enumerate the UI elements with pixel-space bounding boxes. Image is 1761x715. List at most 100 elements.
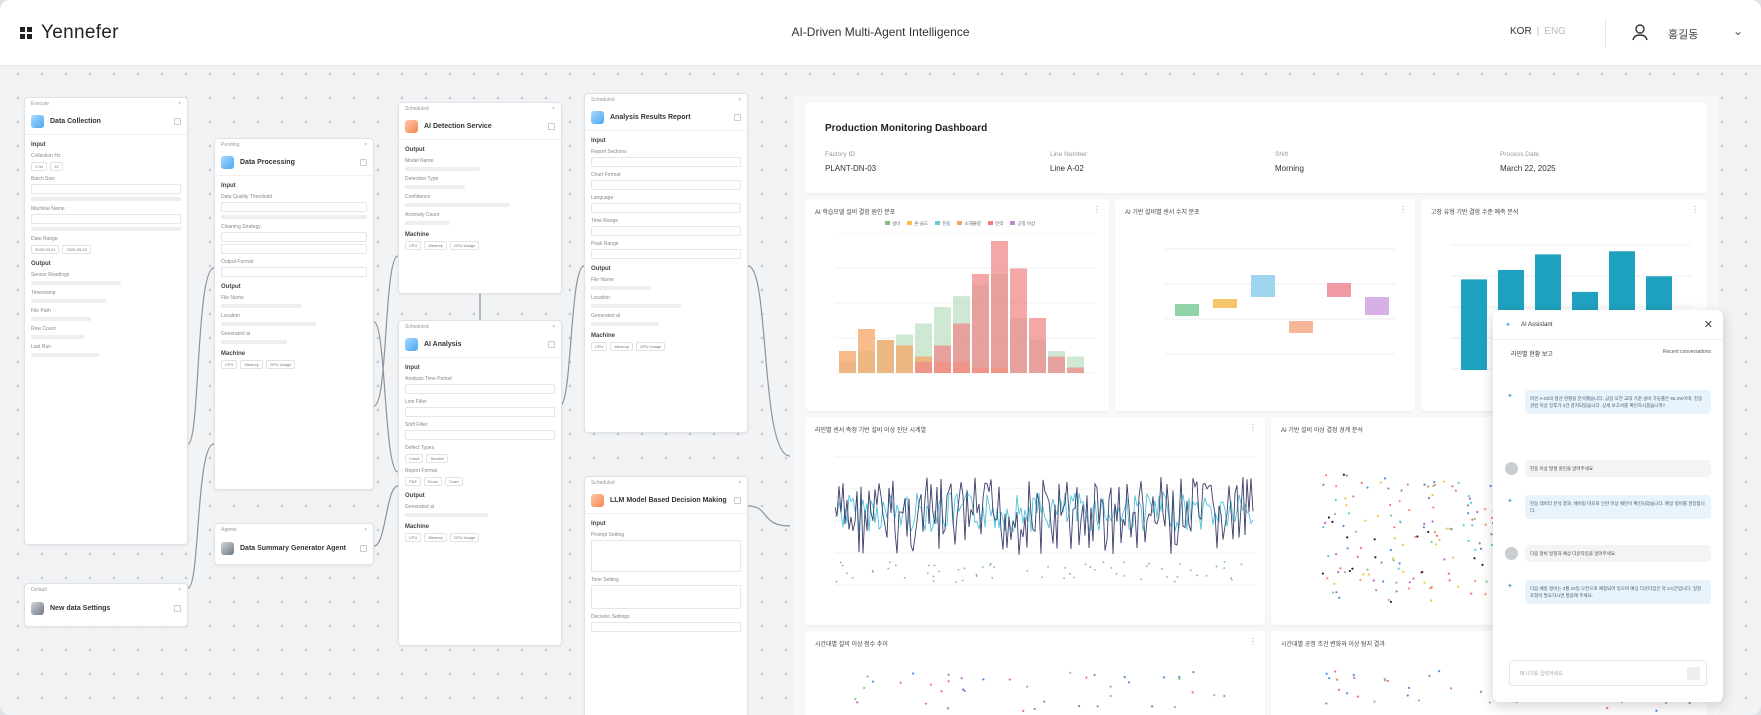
series-point	[887, 567, 890, 570]
scatter-point	[1223, 694, 1226, 698]
user-icon[interactable]	[1630, 22, 1650, 42]
node-checkbox[interactable]	[548, 123, 555, 130]
more-icon[interactable]: ⋮	[1249, 423, 1257, 432]
node-checkbox[interactable]	[734, 114, 741, 121]
section-machine[interactable]: Machine	[221, 351, 367, 357]
field-label: Generated at	[405, 504, 435, 510]
box	[1213, 299, 1237, 308]
scatter-point	[1428, 674, 1431, 677]
section-output[interactable]: Output	[405, 493, 555, 499]
section-machine[interactable]: Machine	[405, 524, 555, 530]
field-input[interactable]	[591, 203, 741, 213]
node-checkbox[interactable]	[360, 544, 367, 552]
lang-eng[interactable]: ENG	[1544, 26, 1566, 37]
scatter-point	[1173, 706, 1176, 709]
app-window: Yennefer AI-Driven Multi-Agent Intellige…	[0, 0, 1761, 715]
close-icon[interactable]: ×	[552, 324, 555, 330]
lang-kor[interactable]: KOR	[1510, 26, 1532, 37]
chevron-down-icon[interactable]: ⌄	[1733, 24, 1743, 38]
section-output[interactable]: Output	[221, 284, 367, 290]
scatter-point	[1402, 570, 1405, 573]
close-icon[interactable]: ×	[178, 587, 181, 593]
scatter-point	[1383, 679, 1387, 682]
more-icon[interactable]: ⋮	[1249, 637, 1257, 646]
more-icon[interactable]: ⋮	[1093, 205, 1101, 214]
node-data-processing[interactable]: Pending × Data Processing Input Data Qual…	[214, 138, 374, 490]
avatar	[1505, 547, 1518, 560]
node-analysis-results-report[interactable]: Scheduled × Analysis Results Report Input…	[584, 93, 748, 433]
series-point	[1026, 569, 1029, 572]
node-ai-analysis[interactable]: Scheduled × AI Analysis Input Analysis Ti…	[398, 320, 562, 646]
histogram-bar	[877, 340, 894, 373]
chart-title: 고장 유형 기반 결함 수준 예측 분석	[1431, 210, 1519, 216]
node-new-data-settings[interactable]: Default × New data Settings	[24, 583, 188, 627]
field-input[interactable]	[221, 267, 367, 277]
legend-item: 공정 이상	[1010, 221, 1035, 227]
field-input[interactable]	[221, 244, 367, 254]
chat-topic[interactable]: 라인별 현황 보고	[1511, 349, 1553, 358]
field-input[interactable]	[591, 249, 741, 259]
node-title: New data Settings	[50, 604, 111, 612]
field-input[interactable]	[405, 430, 555, 440]
section-machine[interactable]: Machine	[591, 333, 741, 339]
close-icon[interactable]: ×	[738, 480, 741, 486]
series-point	[989, 564, 991, 566]
user-name[interactable]: 홍길동	[1668, 26, 1698, 42]
field-input[interactable]	[405, 384, 555, 394]
scatter-point	[863, 686, 866, 690]
node-data-summary-generator[interactable]: Agents × Data Summary Generator Agent	[214, 523, 374, 565]
section-output[interactable]: Output	[31, 261, 181, 267]
section-input[interactable]: Input	[31, 142, 181, 148]
node-ai-detection-service[interactable]: Scheduled × AI Detection Service Output M…	[398, 102, 562, 294]
section-machine[interactable]: Machine	[405, 232, 555, 238]
more-icon[interactable]: ⋮	[1399, 205, 1407, 214]
tone-textarea[interactable]	[591, 585, 741, 609]
node-checkbox[interactable]	[548, 341, 555, 348]
series-point	[981, 566, 984, 568]
scatter-point	[1347, 512, 1351, 515]
scatter-point	[1043, 700, 1046, 703]
field-input[interactable]	[591, 180, 741, 190]
section-input[interactable]: Input	[591, 521, 741, 527]
send-icon[interactable]	[1687, 667, 1700, 680]
series-point	[1073, 576, 1075, 579]
node-checkbox[interactable]	[174, 118, 181, 125]
field-label: Cleaning Strategy	[221, 224, 261, 230]
section-input[interactable]: Input	[221, 183, 367, 189]
more-icon[interactable]: ⋮	[1691, 205, 1699, 214]
field-input[interactable]	[221, 202, 367, 212]
close-icon[interactable]: ×	[364, 527, 367, 533]
node-llm-decision-making[interactable]: Scheduled × LLM Model Based Decision Maki…	[584, 476, 748, 715]
prompt-textarea[interactable]	[591, 540, 741, 572]
close-icon[interactable]: ×	[178, 101, 181, 107]
field-input[interactable]	[221, 232, 367, 242]
close-icon[interactable]: ×	[552, 106, 555, 112]
chart-title: 시간대별 설비 이상 점수 추이	[815, 642, 888, 648]
node-data-collection[interactable]: Execute × Data Collection Input Collectio…	[24, 97, 188, 545]
field-input[interactable]	[591, 622, 741, 632]
section-output[interactable]: Output	[405, 147, 555, 153]
scatter-point	[1423, 522, 1426, 525]
node-checkbox[interactable]	[360, 159, 367, 166]
section-input[interactable]: Input	[591, 138, 741, 144]
series-point	[1166, 576, 1168, 578]
section-output[interactable]: Output	[591, 266, 741, 272]
histogram-bar	[1048, 356, 1065, 373]
series-point	[1231, 578, 1233, 581]
section-input[interactable]: Input	[405, 365, 555, 371]
chat-input[interactable]: 메시지를 입력하세요	[1509, 660, 1707, 686]
field-input[interactable]	[31, 214, 181, 224]
field-input[interactable]	[405, 407, 555, 417]
data-icon	[31, 115, 44, 128]
node-checkbox[interactable]	[734, 497, 741, 504]
field-input[interactable]	[591, 226, 741, 236]
field-input[interactable]	[31, 184, 181, 194]
scatter-point	[1338, 596, 1341, 599]
node-checkbox[interactable]	[174, 604, 181, 612]
close-icon[interactable]: ✕	[1704, 318, 1713, 331]
close-icon[interactable]: ×	[364, 142, 367, 148]
field-input[interactable]	[591, 157, 741, 167]
recent-conversations-button[interactable]: Recent conversations	[1663, 349, 1711, 355]
close-icon[interactable]: ×	[738, 97, 741, 103]
series-point	[1230, 577, 1232, 579]
